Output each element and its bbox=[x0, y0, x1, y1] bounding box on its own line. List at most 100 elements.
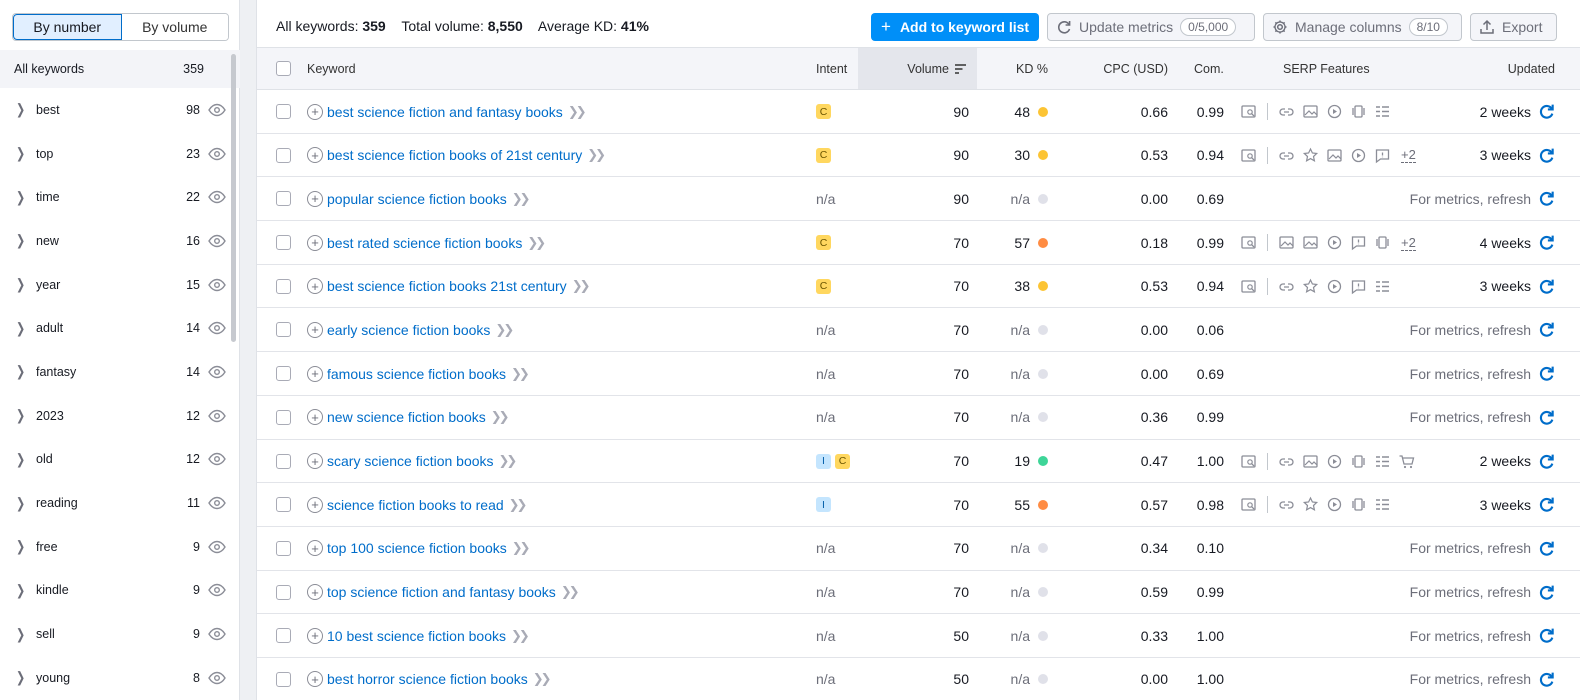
refresh-icon[interactable] bbox=[1538, 190, 1555, 207]
group-item[interactable]: ❯ new 16 bbox=[0, 219, 240, 263]
eye-icon[interactable] bbox=[208, 583, 240, 597]
chevron-right-icon[interactable]: ❯ bbox=[16, 232, 26, 250]
column-header-serp-features[interactable]: SERP Features bbox=[1283, 48, 1370, 89]
row-checkbox[interactable] bbox=[276, 540, 291, 556]
add-keyword-icon[interactable]: + bbox=[307, 671, 323, 688]
chevron-right-icon[interactable]: ❯ bbox=[16, 364, 26, 381]
keyword-link[interactable]: best science fiction books of 21st centu… bbox=[327, 147, 582, 163]
refresh-icon[interactable] bbox=[1538, 278, 1555, 295]
update-metrics-button[interactable]: Update metrics 0/5,000 bbox=[1047, 13, 1255, 41]
column-header-updated[interactable]: Updated bbox=[1487, 48, 1555, 89]
refresh-icon[interactable] bbox=[1538, 365, 1555, 382]
keyword-link[interactable]: popular science fiction books bbox=[327, 191, 507, 207]
add-keyword-icon[interactable]: + bbox=[307, 365, 323, 382]
column-header-keyword[interactable]: Keyword bbox=[307, 48, 356, 89]
chevron-right-icon[interactable]: ❯ bbox=[16, 495, 26, 512]
eye-icon[interactable] bbox=[208, 452, 240, 466]
row-checkbox[interactable] bbox=[276, 453, 291, 469]
group-item[interactable]: ❯ top 23 bbox=[0, 132, 240, 176]
chevron-right-icon[interactable]: ❯ bbox=[16, 145, 26, 162]
keyword-link[interactable]: 10 best science fiction books bbox=[327, 628, 506, 644]
add-keyword-icon[interactable]: + bbox=[307, 321, 323, 338]
add-keyword-icon[interactable]: + bbox=[307, 147, 323, 164]
group-item[interactable]: ❯ free 9 bbox=[0, 525, 240, 569]
add-keyword-icon[interactable]: + bbox=[307, 627, 323, 644]
row-checkbox[interactable] bbox=[276, 409, 291, 425]
by-number-button[interactable]: By number bbox=[13, 14, 122, 40]
row-checkbox[interactable] bbox=[276, 104, 291, 119]
chevron-right-icon[interactable]: ❯ bbox=[16, 320, 26, 337]
export-button[interactable]: Export bbox=[1470, 13, 1557, 41]
row-checkbox[interactable] bbox=[276, 147, 291, 163]
add-keyword-icon[interactable]: + bbox=[307, 190, 323, 207]
double-chevron-right-icon[interactable]: ❯❯ bbox=[527, 235, 546, 251]
keyword-link[interactable]: best rated science fiction books bbox=[327, 235, 522, 251]
refresh-icon[interactable] bbox=[1538, 540, 1555, 557]
keyword-link[interactable]: top 100 science fiction books bbox=[327, 540, 507, 556]
chevron-right-icon[interactable]: ❯ bbox=[16, 101, 26, 119]
row-checkbox[interactable] bbox=[276, 584, 291, 600]
eye-icon[interactable] bbox=[208, 627, 240, 641]
eye-icon[interactable] bbox=[208, 540, 240, 554]
row-checkbox[interactable] bbox=[276, 191, 291, 207]
double-chevron-right-icon[interactable]: ❯❯ bbox=[491, 409, 510, 425]
column-header-cpc[interactable]: CPC (USD) bbox=[1077, 48, 1168, 89]
group-list-scrollbar[interactable] bbox=[231, 54, 236, 342]
group-item[interactable]: ❯ kindle 9 bbox=[0, 569, 240, 613]
eye-icon[interactable] bbox=[208, 409, 240, 423]
keyword-link[interactable]: top science fiction and fantasy books bbox=[327, 584, 556, 600]
double-chevron-right-icon[interactable]: ❯❯ bbox=[561, 584, 580, 600]
add-keyword-icon[interactable]: + bbox=[307, 234, 323, 251]
by-volume-button[interactable]: By volume bbox=[121, 14, 228, 40]
column-header-volume[interactable]: Volume bbox=[858, 48, 977, 89]
row-checkbox[interactable] bbox=[276, 497, 291, 513]
keyword-link[interactable]: new science fiction books bbox=[327, 409, 486, 425]
group-item[interactable]: ❯ year 15 bbox=[0, 263, 240, 307]
serp-more-link[interactable]: +2 bbox=[1401, 147, 1416, 164]
refresh-icon[interactable] bbox=[1538, 584, 1555, 601]
chevron-right-icon[interactable]: ❯ bbox=[16, 407, 26, 425]
add-keyword-icon[interactable]: + bbox=[307, 453, 323, 469]
double-chevron-right-icon[interactable]: ❯❯ bbox=[509, 497, 528, 513]
row-checkbox[interactable] bbox=[276, 671, 291, 687]
refresh-icon[interactable] bbox=[1538, 234, 1555, 251]
double-chevron-right-icon[interactable]: ❯❯ bbox=[512, 540, 531, 556]
double-chevron-right-icon[interactable]: ❯❯ bbox=[511, 366, 530, 382]
add-keyword-icon[interactable]: + bbox=[307, 103, 323, 120]
add-to-keyword-list-button[interactable]: + Add to keyword list bbox=[871, 13, 1039, 41]
all-keywords-group[interactable]: All keywords 359 bbox=[0, 50, 240, 88]
eye-icon[interactable] bbox=[208, 671, 240, 685]
add-keyword-icon[interactable]: + bbox=[307, 496, 323, 513]
keyword-link[interactable]: best science fiction and fantasy books bbox=[327, 104, 563, 120]
chevron-right-icon[interactable]: ❯ bbox=[16, 669, 26, 687]
manage-columns-button[interactable]: Manage columns 8/10 bbox=[1263, 13, 1462, 41]
chevron-right-icon[interactable]: ❯ bbox=[16, 189, 26, 206]
eye-icon[interactable] bbox=[208, 496, 240, 510]
refresh-icon[interactable] bbox=[1538, 453, 1555, 470]
group-item[interactable]: ❯ young 8 bbox=[0, 656, 240, 700]
double-chevron-right-icon[interactable]: ❯❯ bbox=[495, 322, 514, 338]
row-checkbox[interactable] bbox=[276, 278, 291, 294]
refresh-icon[interactable] bbox=[1538, 496, 1555, 513]
keyword-link[interactable]: early science fiction books bbox=[327, 322, 490, 338]
refresh-icon[interactable] bbox=[1538, 627, 1555, 644]
double-chevron-right-icon[interactable]: ❯❯ bbox=[572, 278, 591, 294]
add-keyword-icon[interactable]: + bbox=[307, 584, 323, 601]
keyword-link[interactable]: best horror science fiction books bbox=[327, 671, 528, 687]
add-keyword-icon[interactable]: + bbox=[307, 278, 323, 295]
chevron-right-icon[interactable]: ❯ bbox=[16, 626, 26, 643]
refresh-icon[interactable] bbox=[1538, 671, 1555, 688]
serp-more-link[interactable]: +2 bbox=[1401, 235, 1416, 251]
refresh-icon[interactable] bbox=[1538, 147, 1555, 164]
double-chevron-right-icon[interactable]: ❯❯ bbox=[511, 628, 530, 644]
row-checkbox[interactable] bbox=[276, 628, 291, 644]
group-item[interactable]: ❯ best 98 bbox=[0, 88, 240, 132]
double-chevron-right-icon[interactable]: ❯❯ bbox=[533, 671, 552, 687]
eye-icon[interactable] bbox=[208, 365, 240, 379]
refresh-icon[interactable] bbox=[1538, 409, 1555, 426]
group-item[interactable]: ❯ adult 14 bbox=[0, 306, 240, 350]
column-header-kd[interactable]: KD % bbox=[997, 48, 1048, 89]
chevron-right-icon[interactable]: ❯ bbox=[16, 538, 26, 556]
keyword-link[interactable]: science fiction books to read bbox=[327, 497, 504, 513]
chevron-right-icon[interactable]: ❯ bbox=[16, 276, 26, 293]
